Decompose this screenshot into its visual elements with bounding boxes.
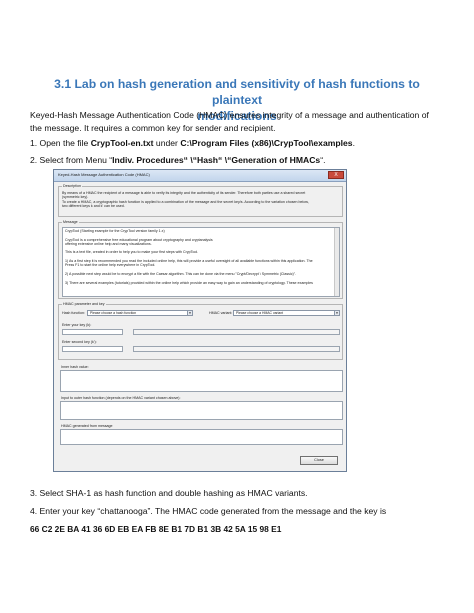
second-key-input[interactable]	[62, 346, 123, 352]
outer-hash-label: Input to outer hash function (depends on…	[61, 396, 181, 400]
step-1-prefix: 1. Open the file	[30, 138, 91, 148]
step-3: 3. Select SHA-1 as hash function and dou…	[30, 488, 308, 498]
step-2-suffix: “.	[320, 155, 326, 165]
description-text: By means of a HMAC the recipient of a me…	[62, 191, 340, 208]
hmac-variant-value: Please choose a HMAC variant	[236, 311, 284, 315]
step-1-suffix: .	[352, 138, 355, 148]
key-input[interactable]	[62, 329, 123, 335]
hmac-result-field	[60, 429, 343, 445]
second-key-hex-field	[133, 346, 340, 352]
document-page: 3.1 Lab on hash generation and sensitivi…	[0, 0, 474, 613]
message-text: CrypTool (Starting example for the CrypT…	[65, 229, 331, 285]
hmac-variant-select[interactable]: Please choose a HMAC variant ▼	[233, 310, 340, 316]
message-line: 2) A possible next step would be to encr…	[65, 271, 296, 276]
dialog-title-bar: Keyed-Hash Message Authentication Code (…	[54, 170, 346, 182]
close-icon[interactable]: X	[328, 171, 344, 179]
hash-function-select[interactable]: Please choose a hash function ▼	[87, 310, 193, 316]
hmac-dialog-screenshot: Keyed-Hash Message Authentication Code (…	[53, 169, 347, 472]
message-scrollbar[interactable]	[334, 228, 339, 296]
second-key-label: Enter second key (k'):	[62, 340, 97, 344]
file-name: CrypTool-en.txt	[90, 138, 154, 148]
section-heading-line1: 3.1 Lab on hash generation and sensitivi…	[54, 77, 420, 107]
menu-path: Indiv. Procedures“ \“Hash“ \“Generation …	[112, 155, 321, 165]
close-button[interactable]: Close	[300, 456, 338, 465]
intro-line1: Keyed-Hash Message Authentication Code (…	[30, 110, 429, 120]
hash-function-label: Hash function:	[62, 311, 85, 315]
message-line: 3) There are several examples (tutorials…	[65, 280, 313, 285]
message-textarea[interactable]: CrypTool (Starting example for the CrypT…	[62, 227, 340, 297]
hmac-code-value: 66 C2 2E BA 41 36 6D EB EA FB 8E B1 7D B…	[30, 524, 282, 534]
step-2-prefix: 2. Select from Menu “	[30, 155, 113, 165]
outer-hash-field	[60, 401, 343, 420]
description-line: two different keys k and k' can be used.	[62, 203, 125, 208]
chevron-down-icon: ▼	[334, 311, 339, 315]
chevron-down-icon: ▼	[187, 311, 192, 315]
key-label: Enter your key (k):	[62, 323, 92, 327]
message-group: Message CrypTool (Starting example for t…	[58, 220, 343, 299]
inner-hash-field	[60, 370, 343, 392]
params-label: HMAC parameter and key	[62, 302, 106, 307]
step-1-middle: under	[153, 138, 181, 148]
message-label: Message	[62, 220, 79, 225]
description-line: By means of a HMAC the recipient of a me…	[62, 191, 306, 195]
hmac-parameter-group: HMAC parameter and key Hash function: Pl…	[58, 302, 343, 360]
hash-function-value: Please choose a hash function	[90, 311, 137, 315]
description-group: Description By means of a HMAC the recip…	[58, 184, 343, 217]
file-path: C:\Program Files (x86)\CrypTool\examples	[180, 138, 353, 148]
hmac-result-label: HMAC generated from message	[61, 424, 113, 428]
step-1: 1. Open the file CrypTool-en.txt under C…	[30, 137, 450, 150]
hmac-variant-label: HMAC variant:	[209, 311, 233, 315]
inner-hash-label: Inner hash value:	[61, 365, 89, 369]
step-2: 2. Select from Menu “Indiv. Procedures“ …	[30, 154, 450, 167]
intro-paragraph: Keyed-Hash Message Authentication Code (…	[30, 109, 450, 135]
step-4: 4. Enter your key “chattanooga”. The HMA…	[30, 506, 387, 516]
key-hex-field	[133, 329, 340, 335]
dialog-title: Keyed-Hash Message Authentication Code (…	[58, 172, 150, 177]
description-label: Description	[62, 184, 82, 189]
intro-line2: the message. It requires a common key fo…	[30, 123, 276, 133]
